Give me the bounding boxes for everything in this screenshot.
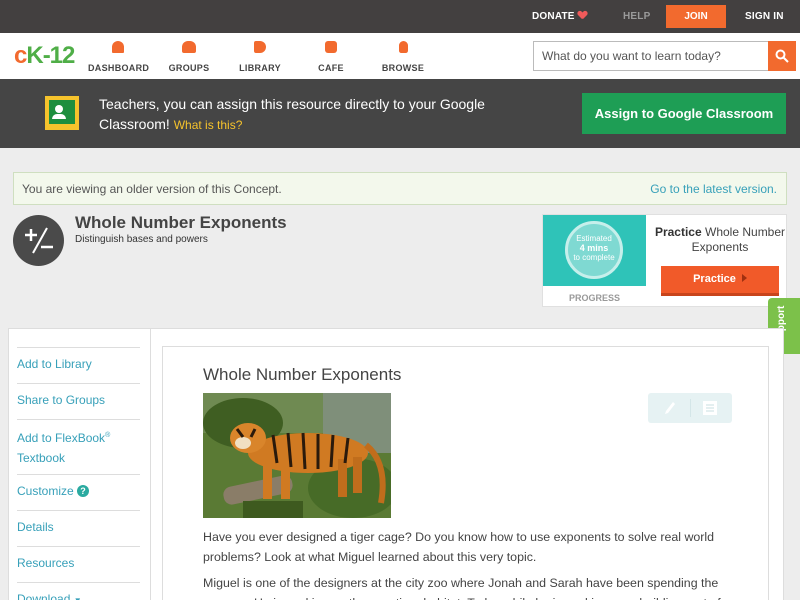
what-is-this-link[interactable]: What is this? xyxy=(174,118,243,132)
sidebar-share-to-groups[interactable]: Share to Groups xyxy=(17,383,140,410)
paragraph-intro: Have you ever designed a tiger cage? Do … xyxy=(203,530,715,564)
join-button[interactable]: JOIN xyxy=(666,5,726,28)
pencil-icon[interactable] xyxy=(664,401,676,415)
groups-icon xyxy=(182,41,196,53)
sidebar-details[interactable]: Details xyxy=(17,510,140,537)
sign-in-link[interactable]: SIGN IN xyxy=(745,11,784,22)
estimated-label: Estimated xyxy=(576,234,612,243)
flexbook-label: Add to FlexBook xyxy=(17,431,106,445)
google-classroom-icon xyxy=(45,96,79,130)
assign-google-classroom-button[interactable]: Assign to Google Classroom xyxy=(582,93,786,134)
nav-library-label: LIBRARY xyxy=(239,63,281,73)
practice-button[interactable]: Practice xyxy=(661,266,779,296)
concept-title: Whole Number Exponents xyxy=(75,213,287,232)
sidebar-add-to-library[interactable]: Add to Library xyxy=(17,347,140,374)
nav-cafe-label: CAFE xyxy=(318,63,344,73)
dashboard-icon xyxy=(112,41,124,53)
download-label: Download xyxy=(17,592,71,600)
plus-minus-icon xyxy=(13,215,64,266)
logo-c: c xyxy=(14,42,27,69)
classroom-message: Teachers, you can assign this resource d… xyxy=(99,94,499,135)
sidebar-resources[interactable]: Resources xyxy=(17,546,140,573)
classroom-message-text: Teachers, you can assign this resource d… xyxy=(99,96,485,132)
donate-label: DONATE xyxy=(532,11,575,22)
practice-title: Practice Whole Number Exponents xyxy=(653,225,787,255)
donate-link[interactable]: DONATE xyxy=(532,11,587,22)
older-version-text: You are viewing an older version of this… xyxy=(22,182,282,196)
practice-card: Estimated 4 mins to complete PROGRESS Pr… xyxy=(542,214,787,307)
progress-area: Estimated 4 mins to complete xyxy=(543,215,646,286)
nav-library[interactable]: LIBRARY xyxy=(238,41,282,76)
cafe-icon xyxy=(325,41,337,53)
search-icon xyxy=(775,49,789,63)
chevron-down-icon: ▼ xyxy=(74,596,82,600)
main-nav: cK-12 DASHBOARD GROUPS LIBRARY CAFE BROW… xyxy=(0,33,800,79)
practice-button-label: Practice xyxy=(693,273,736,285)
sidebar-add-to-flexbook[interactable]: Add to FlexBook® Textbook xyxy=(17,419,140,468)
ck12-logo[interactable]: cK-12 xyxy=(14,42,75,70)
nav-groups-label: GROUPS xyxy=(168,63,210,73)
help-link[interactable]: HELP xyxy=(623,11,650,22)
top-bar: DONATE HELP JOIN SIGN IN xyxy=(0,0,800,33)
browse-icon xyxy=(398,41,408,53)
practice-title-rest: Whole Number Exponents xyxy=(691,225,786,254)
nav-dashboard[interactable]: DASHBOARD xyxy=(88,41,150,76)
sidebar-customize[interactable]: Customize ? xyxy=(17,474,140,501)
google-classroom-banner: Teachers, you can assign this resource d… xyxy=(0,79,800,148)
progress-label: PROGRESS xyxy=(568,293,620,303)
nav-browse-label: BROWSE xyxy=(381,63,425,73)
paragraph-story: Miguel is one of the designers at the ci… xyxy=(203,576,721,600)
nav-browse[interactable]: BROWSE xyxy=(381,41,425,76)
content-area: Add to Library Share to Groups Add to Fl… xyxy=(8,328,784,600)
flexbook-textbook-label: Textbook xyxy=(17,451,66,465)
practice-title-bold: Practice xyxy=(654,225,702,239)
search-button[interactable] xyxy=(768,41,796,71)
lesson-main: Whole Number Exponents Have you ever des… xyxy=(162,346,769,600)
sidebar-download[interactable]: Download ▼ xyxy=(17,582,140,600)
estimated-time-badge: Estimated 4 mins to complete xyxy=(565,221,623,279)
notes-icon[interactable] xyxy=(703,401,717,415)
annotation-tools xyxy=(648,393,732,423)
estimated-minutes: 4 mins xyxy=(579,243,609,253)
sidebar: Add to Library Share to Groups Add to Fl… xyxy=(9,329,151,600)
library-icon xyxy=(254,41,266,53)
heart-icon xyxy=(578,11,587,19)
nav-dashboard-label: DASHBOARD xyxy=(88,63,150,73)
estimated-suffix: to complete xyxy=(573,253,615,262)
customize-label: Customize xyxy=(17,484,74,498)
older-version-notice: You are viewing an older version of this… xyxy=(13,172,787,205)
tiger-image xyxy=(203,393,391,518)
latest-version-link[interactable]: Go to the latest version. xyxy=(650,182,777,196)
help-icon[interactable]: ? xyxy=(77,485,90,497)
nav-groups[interactable]: GROUPS xyxy=(166,41,212,76)
lesson-title: Whole Number Exponents xyxy=(203,365,402,384)
concept-subtitle: Distinguish bases and powers xyxy=(75,234,208,245)
arrow-right-icon xyxy=(741,274,747,282)
search-box xyxy=(533,41,796,71)
search-input[interactable] xyxy=(534,42,764,70)
logo-k12: K-12 xyxy=(26,42,75,69)
registered-mark: ® xyxy=(105,432,111,439)
nav-cafe[interactable]: CAFE xyxy=(316,41,346,76)
